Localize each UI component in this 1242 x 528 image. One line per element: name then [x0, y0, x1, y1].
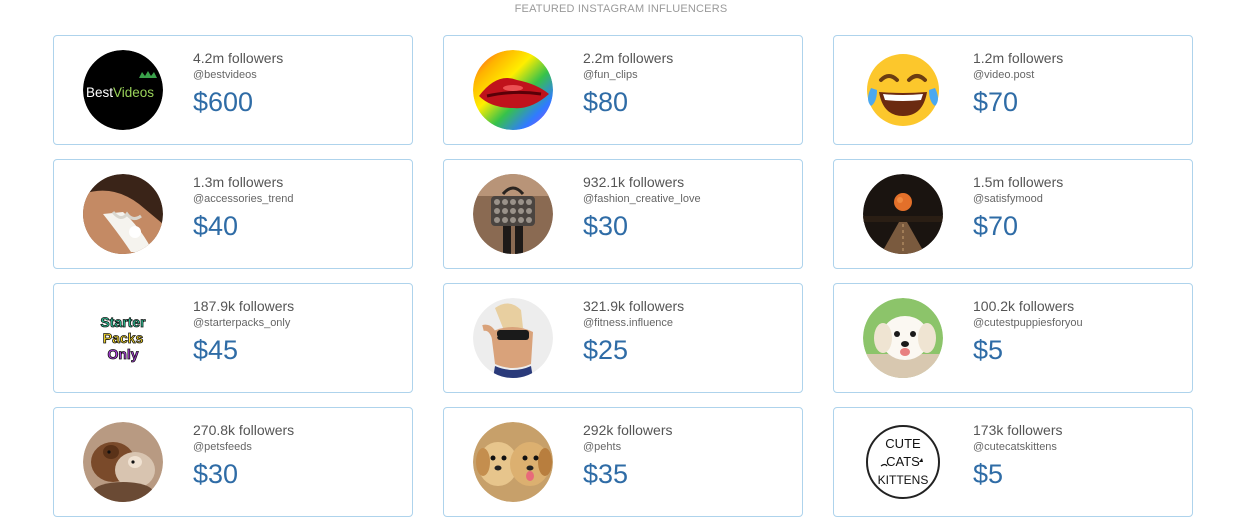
rainbow-lips-photo-icon — [473, 50, 553, 130]
avatar: CUTE CATS KITTENS — [863, 422, 943, 502]
avatar — [863, 174, 943, 254]
laughing-emoji-icon — [863, 50, 943, 130]
follower-count: 321.9k followers — [583, 298, 685, 314]
price: $70 — [973, 87, 1019, 117]
handle: @video.post — [973, 69, 1035, 81]
influencer-card[interactable]: 270.8k followers @petsfeeds $30 — [53, 407, 413, 517]
influencer-grid: BestVideos 4.2m followers @bestvideos $6… — [53, 35, 1193, 517]
influencer-card[interactable]: 100.2k followers @cutestpuppiesforyou $5 — [833, 283, 1193, 393]
price: $35 — [583, 459, 629, 489]
follower-count: 270.8k followers — [193, 422, 295, 438]
follower-count: 100.2k followers — [973, 298, 1075, 314]
avatar — [473, 422, 553, 502]
svg-text:Only: Only — [107, 346, 138, 362]
price: $80 — [583, 87, 629, 117]
avatar — [83, 422, 163, 502]
handle: @pehts — [583, 441, 622, 453]
svg-text:KITTENS: KITTENS — [878, 473, 929, 487]
svg-text:CUTE: CUTE — [885, 436, 921, 451]
pets-photo-icon — [83, 422, 163, 502]
follower-count: 1.3m followers — [193, 174, 284, 190]
cute-cats-kittens-logo-icon: CUTE CATS KITTENS — [863, 422, 943, 502]
price: $5 — [973, 459, 1004, 489]
influencer-card[interactable]: Starter Packs Only 187.9k followers @sta… — [53, 283, 413, 393]
influencer-card[interactable]: 292k followers @pehts $35 — [443, 407, 803, 517]
price: $600 — [193, 87, 254, 117]
follower-count: 1.2m followers — [973, 50, 1064, 66]
svg-text:BestVideos: BestVideos — [86, 85, 154, 100]
handle: @bestvideos — [193, 69, 257, 81]
avatar — [863, 298, 943, 378]
avatar — [863, 50, 943, 130]
section-title: FEATURED INSTAGRAM INFLUENCERS — [514, 3, 728, 15]
avatar — [473, 298, 553, 378]
svg-text:CATS: CATS — [886, 454, 920, 469]
handle: @starterpacks_only — [193, 317, 291, 329]
best-videos-logo-icon: BestVideos — [83, 50, 163, 130]
handle: @fashion_creative_love — [583, 193, 701, 205]
avatar — [83, 174, 163, 254]
price: $30 — [583, 211, 629, 241]
handle: @accessories_trend — [193, 193, 294, 205]
follower-count: 292k followers — [583, 422, 673, 438]
golden-puppies-photo-icon — [473, 422, 553, 502]
influencer-card[interactable]: CUTE CATS KITTENS 173k followers @cuteca… — [833, 407, 1193, 517]
fashion-collar-photo-icon — [83, 174, 163, 254]
follower-count: 932.1k followers — [583, 174, 685, 190]
price: $5 — [973, 335, 1004, 365]
price: $45 — [193, 335, 239, 365]
influencer-card[interactable]: 932.1k followers @fashion_creative_love … — [443, 159, 803, 269]
price: $25 — [583, 335, 629, 365]
starter-packs-logo-icon: Starter Packs Only — [83, 298, 163, 378]
fitness-photo-icon — [473, 298, 553, 378]
svg-text:Starter: Starter — [100, 314, 146, 330]
svg-text:Packs: Packs — [103, 330, 144, 346]
handle: @petsfeeds — [193, 441, 252, 453]
price: $40 — [193, 211, 239, 241]
follower-count: 187.9k followers — [193, 298, 295, 314]
handle: @cutecatskittens — [973, 441, 1057, 453]
handle: @satisfymood — [973, 193, 1043, 205]
avatar: Starter Packs Only — [83, 298, 163, 378]
follower-count: 1.5m followers — [973, 174, 1064, 190]
price: $70 — [973, 211, 1019, 241]
handle: @fun_clips — [583, 69, 638, 81]
influencer-card[interactable]: 2.2m followers @fun_clips $80 — [443, 35, 803, 145]
avatar — [473, 50, 553, 130]
follower-count: 173k followers — [973, 422, 1063, 438]
price: $30 — [193, 459, 239, 489]
influencer-card[interactable]: 1.5m followers @satisfymood $70 — [833, 159, 1193, 269]
white-puppy-photo-icon — [863, 298, 943, 378]
influencer-card[interactable]: BestVideos 4.2m followers @bestvideos $6… — [53, 35, 413, 145]
avatar — [473, 174, 553, 254]
handle: @fitness.influence — [583, 317, 674, 329]
follower-count: 4.2m followers — [193, 50, 284, 66]
follower-count: 2.2m followers — [583, 50, 674, 66]
moon-road-photo-icon — [863, 174, 943, 254]
avatar: BestVideos — [83, 50, 163, 130]
influencer-card[interactable]: 321.9k followers @fitness.influence $25 — [443, 283, 803, 393]
influencer-card[interactable]: 1.3m followers @accessories_trend $40 — [53, 159, 413, 269]
studded-bag-photo-icon — [473, 174, 553, 254]
influencer-card[interactable]: 1.2m followers @video.post $70 — [833, 35, 1193, 145]
handle: @cutestpuppiesforyou — [973, 317, 1083, 329]
